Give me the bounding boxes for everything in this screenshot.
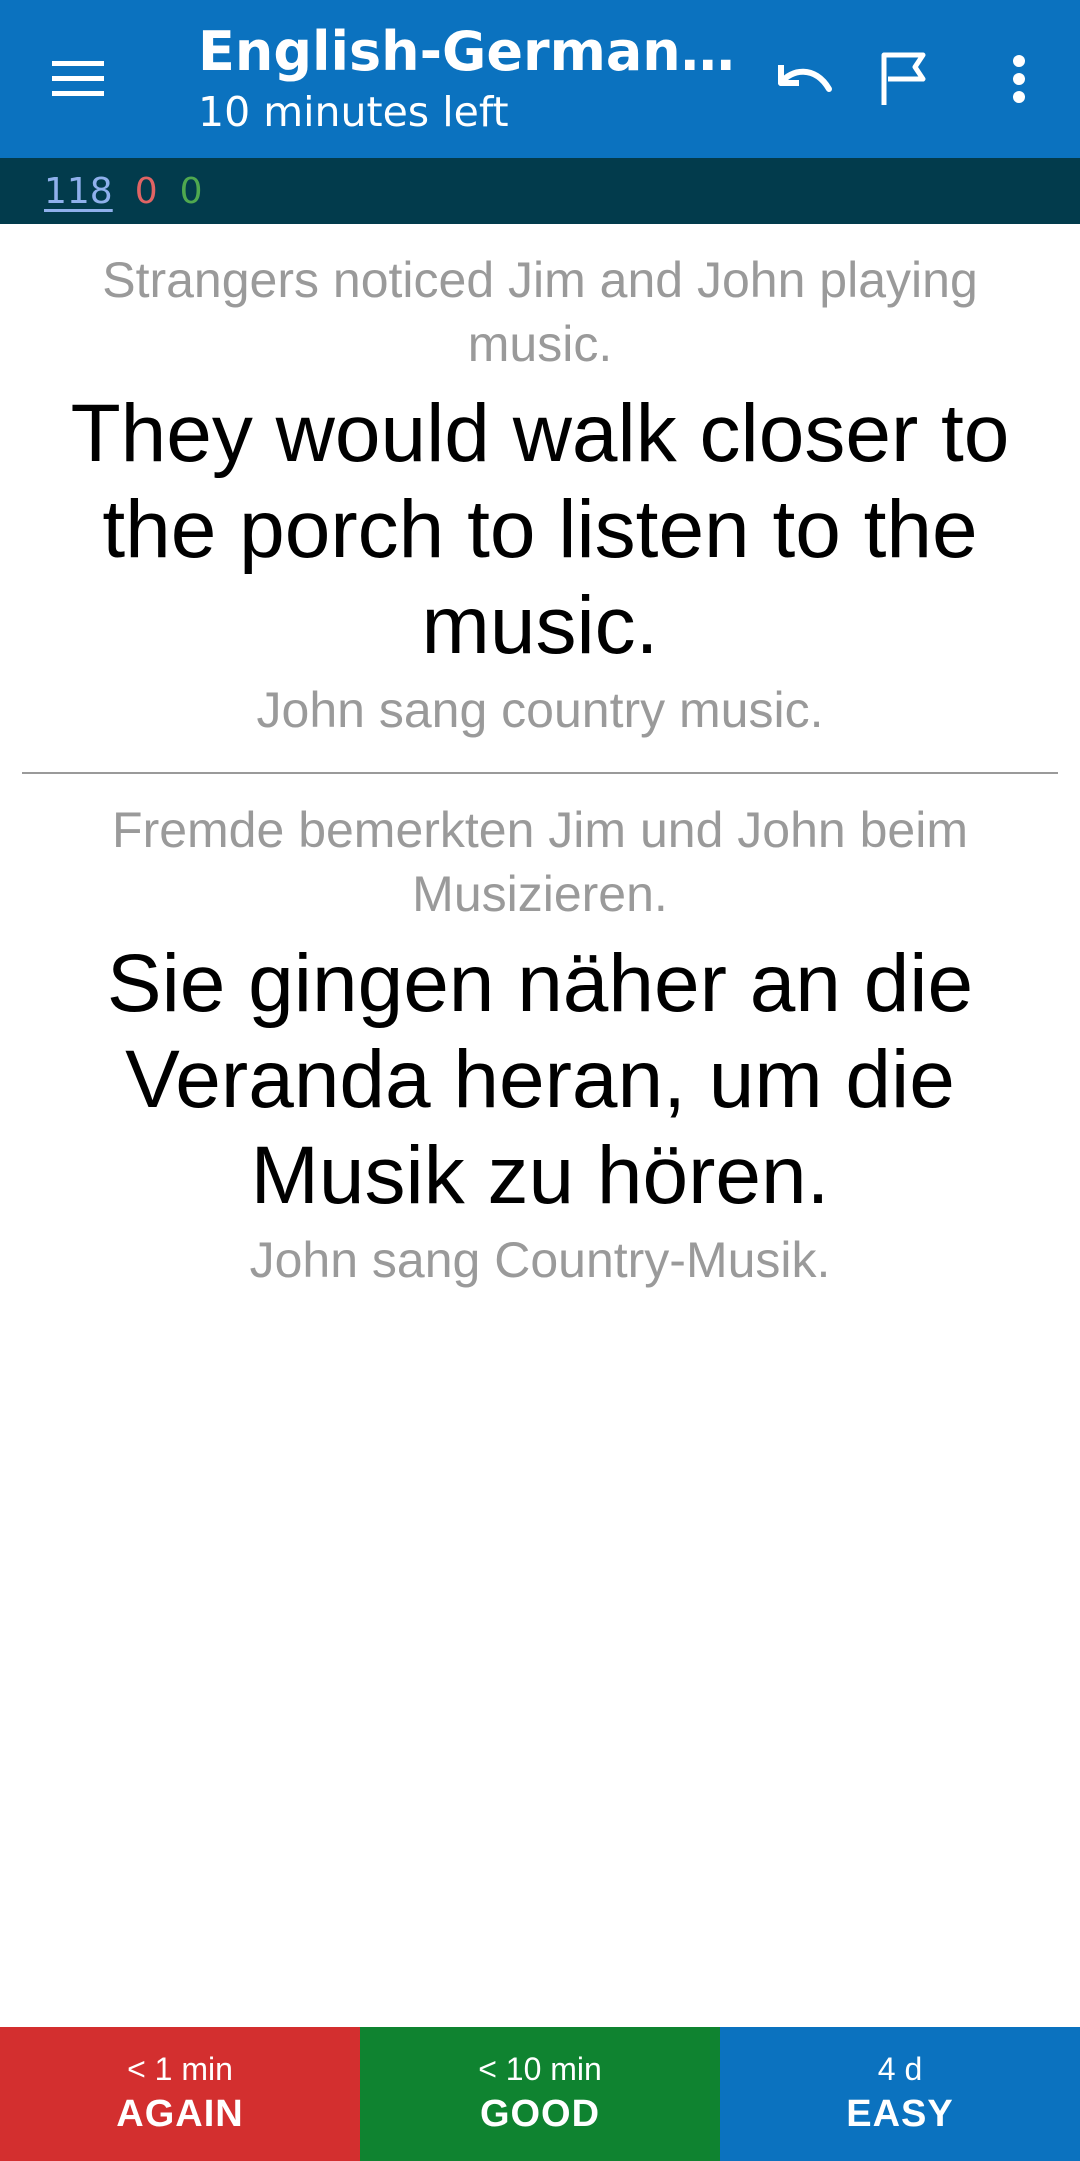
toolbar-title-area: English-German / En… 10 minutes left	[198, 18, 743, 138]
flag-icon	[881, 52, 926, 105]
answer-buttons: < 1 min AGAIN < 10 min GOOD 4 d EASY	[0, 2027, 1080, 2161]
front-previous-sentence: Strangers noticed Jim and John playing m…	[102, 252, 978, 372]
good-button[interactable]: < 10 min GOOD	[360, 2027, 720, 2161]
navigation-menu-button[interactable]	[28, 37, 128, 121]
again-label: AGAIN	[116, 2093, 244, 2135]
good-label: GOOD	[479, 2093, 601, 2135]
front-main-sentence: They would walk closer to the porch to l…	[70, 388, 1010, 671]
front-next-sentence: John sang country music.	[256, 682, 824, 738]
card-content: Strangers noticed Jim and John playing m…	[0, 224, 1080, 1292]
reviewer-screen: English-German / En… 10 minutes left 118…	[0, 0, 1080, 2161]
good-interval: < 10 min	[478, 2051, 602, 2087]
time-left-subtitle: 10 minutes left	[198, 88, 509, 136]
new-count: 118	[44, 170, 113, 212]
review-count: 0	[179, 170, 203, 212]
undo-icon	[778, 65, 832, 92]
card-counts-bar: 118 0 0	[0, 158, 1080, 224]
deck-title: English-German / En…	[198, 20, 743, 83]
learn-count: 0	[134, 170, 158, 212]
back-main-sentence: Sie gingen näher an die Veranda heran, u…	[106, 938, 974, 1221]
hamburger-menu-icon	[52, 61, 104, 96]
more-options-button[interactable]	[971, 37, 1067, 121]
app-toolbar: English-German / En… 10 minutes left	[0, 0, 1080, 158]
back-previous-sentence: Fremde bemerkten Jim und John beim Musiz…	[112, 802, 968, 922]
easy-interval: 4 d	[877, 2051, 923, 2087]
back-next-sentence: John sang Country-Musik.	[249, 1232, 831, 1288]
undo-button[interactable]	[756, 37, 852, 121]
easy-label: EASY	[846, 2093, 954, 2135]
flag-button[interactable]	[856, 37, 952, 121]
easy-button[interactable]: 4 d EASY	[720, 2027, 1080, 2161]
answer-divider	[22, 772, 1058, 774]
again-button[interactable]: < 1 min AGAIN	[0, 2027, 360, 2161]
more-vert-icon	[1013, 55, 1025, 103]
again-interval: < 1 min	[127, 2051, 233, 2087]
